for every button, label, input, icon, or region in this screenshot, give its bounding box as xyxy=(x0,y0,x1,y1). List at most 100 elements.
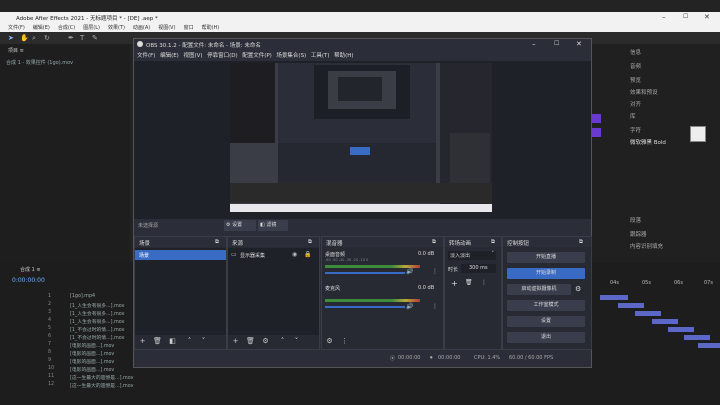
ae-font-name[interactable]: 微软雅黑 Bold xyxy=(630,138,666,146)
duration-input[interactable]: 300 ms xyxy=(461,264,496,273)
minimize-icon[interactable]: – xyxy=(662,13,666,21)
obs-menu-docks[interactable]: 停靠窗口(D) xyxy=(207,51,238,59)
ae-menu-effect[interactable]: 效果(T) xyxy=(108,24,125,31)
start-streaming-button[interactable]: 开始直播 xyxy=(507,252,585,263)
selection-tool-icon[interactable]: ➤ xyxy=(8,34,14,42)
ae-project-tab[interactable]: 项目 ≡ xyxy=(8,47,24,54)
source-settings-button[interactable]: ⚙ 设置 xyxy=(224,220,256,231)
eye-icon[interactable]: ◉ xyxy=(292,251,297,258)
maximize-icon[interactable]: ☐ xyxy=(554,40,559,47)
undock-icon[interactable]: ⧉ xyxy=(491,239,495,246)
studio-mode-button[interactable]: 工作室模式 xyxy=(507,300,585,311)
undock-icon[interactable]: ⧉ xyxy=(215,239,219,246)
pen-tool-icon[interactable]: ✒ xyxy=(68,34,74,42)
table-row[interactable]: 12 [这一生最大的遗憾是...].mov xyxy=(0,382,590,389)
more-options-icon[interactable]: ⋮ xyxy=(432,268,438,275)
ae-content-fill-panel[interactable]: 内容识别填充 xyxy=(630,242,663,250)
ae-info-panel[interactable]: 信息 xyxy=(630,48,641,56)
ae-menu-help[interactable]: 帮助(H) xyxy=(202,24,220,31)
ae-menu-animation[interactable]: 动画(A) xyxy=(133,24,150,31)
ae-audio-panel[interactable]: 音频 xyxy=(630,62,641,70)
scale-tick: -60 xyxy=(325,258,331,262)
volume-slider[interactable] xyxy=(325,306,405,308)
maximize-icon[interactable]: ☐ xyxy=(683,13,688,20)
speaker-icon[interactable]: 🔊 xyxy=(406,303,413,310)
table-row[interactable]: 11 [这一生最大的遗憾是...].mov xyxy=(0,374,590,381)
more-options-icon[interactable]: ⋮ xyxy=(481,279,487,286)
ae-paragraph-panel[interactable]: 段落 xyxy=(630,216,641,224)
hand-tool-icon[interactable]: ✋ xyxy=(20,34,29,42)
zoom-tool-icon[interactable]: ⌕ xyxy=(32,34,36,43)
text-tool-icon[interactable]: T xyxy=(80,34,84,42)
exit-button[interactable]: 退出 xyxy=(507,332,585,343)
ae-effect-controls-tab[interactable]: 合成 1 - 效果控件 (1go).mov xyxy=(6,59,73,66)
minimize-icon[interactable]: – xyxy=(532,40,536,48)
ae-timecode[interactable]: 0:00:00:00 xyxy=(12,277,45,284)
ae-preview-panel[interactable]: 预览 xyxy=(630,76,641,84)
ae-library-panel[interactable]: 库 xyxy=(630,112,636,120)
close-icon[interactable]: ✕ xyxy=(576,40,582,48)
settings-button[interactable]: 设置 xyxy=(507,316,585,327)
move-up-icon[interactable]: ˄ xyxy=(278,337,287,346)
obs-menu-file[interactable]: 文件(F) xyxy=(137,51,155,59)
list-item[interactable]: 场景 xyxy=(135,250,226,260)
add-icon[interactable]: + xyxy=(138,337,147,346)
undock-icon[interactable]: ⧉ xyxy=(308,239,312,246)
ae-align-panel[interactable]: 对齐 xyxy=(630,100,641,108)
more-options-icon[interactable]: ⋮ xyxy=(340,337,349,346)
move-down-icon[interactable]: ˅ xyxy=(199,337,208,346)
volume-slider[interactable] xyxy=(325,272,405,274)
ae-tracker-panel[interactable]: 跟踪器 xyxy=(630,230,647,238)
obs-preview-canvas[interactable] xyxy=(230,63,492,212)
filter-icon[interactable]: ◧ xyxy=(168,337,177,346)
layer-bar[interactable] xyxy=(668,327,694,332)
delete-icon[interactable]: 🗑 xyxy=(465,279,473,286)
ae-character-panel[interactable]: 字符 xyxy=(630,126,641,134)
lock-icon[interactable]: 🔒 xyxy=(304,251,311,258)
obs-menu-help[interactable]: 帮助(H) xyxy=(334,51,353,59)
more-options-icon[interactable]: ⋮ xyxy=(432,303,438,310)
move-down-icon[interactable]: ˅ xyxy=(292,337,301,346)
ae-menu-comp[interactable]: 合成(C) xyxy=(58,24,75,31)
ae-menu-file[interactable]: 文件(F) xyxy=(8,24,25,31)
layer-bar[interactable] xyxy=(652,319,678,324)
source-filters-button[interactable]: ◧ 滤镜 xyxy=(258,220,288,231)
ae-menu-layer[interactable]: 图层(L) xyxy=(83,24,100,31)
obs-menu-profile[interactable]: 配置文件(P) xyxy=(242,51,272,59)
brush-tool-icon[interactable]: ✎ xyxy=(92,34,98,42)
gear-icon[interactable]: ⚙ xyxy=(261,337,270,346)
ae-purple-swatch-2 xyxy=(592,128,601,137)
add-icon[interactable]: + xyxy=(451,279,458,288)
ae-effects-presets-panel[interactable]: 效果和预设 xyxy=(630,88,658,96)
rotate-tool-icon[interactable]: ↻ xyxy=(44,34,50,42)
obs-menu-scene-collection[interactable]: 场景集合(S) xyxy=(276,51,306,59)
ae-time-ruler[interactable]: 04s 05s 06s 07s xyxy=(590,280,720,288)
move-up-icon[interactable]: ˄ xyxy=(185,337,194,346)
layer-bar[interactable] xyxy=(635,311,661,316)
virtual-camera-settings-icon[interactable]: ⚙ xyxy=(575,285,581,293)
start-recording-button[interactable]: 开始录制 xyxy=(507,268,585,279)
layer-bar[interactable] xyxy=(600,295,628,300)
layer-bar[interactable] xyxy=(618,303,644,308)
start-virtual-camera-button[interactable]: 启动虚拟摄像机 xyxy=(507,284,571,295)
list-item[interactable]: ▭ 显示器采集 ◉ 🔒 xyxy=(228,250,319,260)
gear-icon[interactable]: ⚙ xyxy=(325,337,334,346)
speaker-icon[interactable]: 🔊 xyxy=(406,268,413,275)
undock-icon[interactable]: ⧉ xyxy=(432,239,436,246)
transition-select[interactable]: 淡入淡出 ˅ xyxy=(448,251,496,260)
add-icon[interactable]: + xyxy=(231,337,240,346)
undock-icon[interactable]: ⧉ xyxy=(579,239,583,246)
obs-menu-view[interactable]: 视图(V) xyxy=(183,51,202,59)
ae-menu-view[interactable]: 视图(V) xyxy=(158,24,175,31)
close-icon[interactable]: ✕ xyxy=(704,13,710,21)
delete-icon[interactable]: 🗑 xyxy=(153,337,162,346)
ae-timeline-tab[interactable]: 合成 1 ≡ xyxy=(20,266,41,273)
layer-bar[interactable] xyxy=(698,343,720,348)
obs-menu-edit[interactable]: 编辑(E) xyxy=(160,51,179,59)
ae-menu-window[interactable]: 窗口 xyxy=(184,24,194,31)
delete-icon[interactable]: 🗑 xyxy=(246,337,255,346)
ae-menu-edit[interactable]: 编辑(E) xyxy=(33,24,50,31)
layer-bar[interactable] xyxy=(684,335,710,340)
ae-color-swatch[interactable] xyxy=(690,126,706,142)
obs-menu-tools[interactable]: 工具(T) xyxy=(311,51,330,59)
